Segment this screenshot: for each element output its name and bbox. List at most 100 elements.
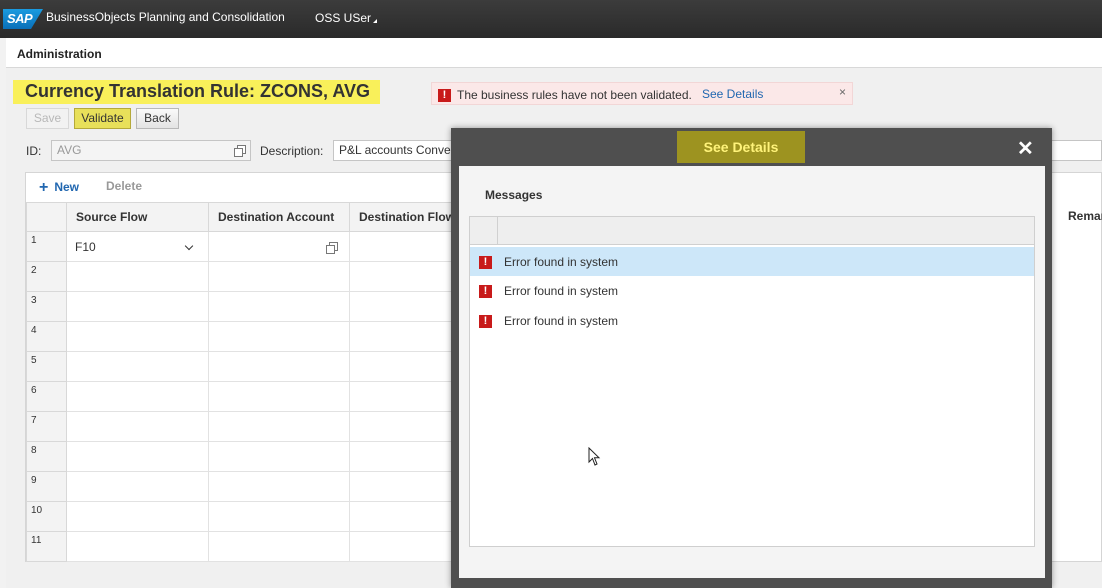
column-header-destination-flow[interactable]: Destination Flow	[349, 202, 460, 232]
row-number: 6	[26, 381, 67, 412]
back-button[interactable]: Back	[136, 108, 179, 129]
source-flow-cell[interactable]	[66, 381, 209, 412]
row-number: 9	[26, 471, 67, 502]
user-menu[interactable]: OSS USer	[315, 11, 371, 25]
see-details-link[interactable]: See Details	[702, 87, 763, 101]
id-field[interactable]: AVG	[51, 140, 251, 161]
row-number: 8	[26, 441, 67, 472]
copy-icon[interactable]	[234, 145, 246, 157]
app-title: BusinessObjects Planning and Consolidati…	[46, 10, 285, 24]
chevron-down-icon[interactable]	[184, 241, 194, 251]
new-button[interactable]: + New	[39, 179, 79, 197]
message-text: Error found in system	[504, 255, 619, 269]
destination-account-cell[interactable]	[208, 321, 350, 352]
destination-flow-cell[interactable]	[349, 471, 460, 502]
destination-account-cell[interactable]	[208, 501, 350, 532]
destination-flow-cell[interactable]	[349, 351, 460, 382]
column-header-destination-account[interactable]: Destination Account	[208, 202, 350, 232]
page-title: Currency Translation Rule: ZCONS, AVG	[13, 80, 381, 104]
table-row: 7	[26, 411, 460, 442]
table-row: 1 F10	[26, 231, 460, 262]
source-flow-cell[interactable]	[66, 351, 209, 382]
column-header-source-flow[interactable]: Source Flow	[66, 202, 209, 232]
table-row: 9	[26, 471, 460, 502]
source-flow-value: F10	[75, 239, 96, 254]
destination-account-cell[interactable]	[208, 411, 350, 442]
table-row: 6	[26, 381, 460, 412]
dialog-title: See Details	[703, 139, 779, 155]
row-number: 7	[26, 411, 67, 442]
table-row: 2	[26, 261, 460, 292]
destination-flow-cell[interactable]	[349, 231, 460, 262]
source-flow-cell[interactable]	[66, 441, 209, 472]
message-text: Error found in system	[504, 314, 619, 328]
error-icon: !	[479, 256, 492, 269]
destination-account-cell[interactable]	[208, 231, 350, 262]
dialog-title-bar: See Details	[677, 131, 805, 163]
table-row: 5	[26, 351, 460, 382]
description-label: Description:	[260, 144, 324, 158]
destination-account-cell[interactable]	[208, 291, 350, 322]
destination-account-cell[interactable]	[208, 261, 350, 292]
error-icon: !	[438, 89, 451, 102]
user-menu-caret-icon[interactable]	[373, 19, 377, 23]
copy-icon[interactable]	[326, 242, 338, 254]
destination-flow-cell[interactable]	[349, 411, 460, 442]
row-number: 11	[26, 531, 67, 562]
dialog-close-icon[interactable]: ✕	[1017, 136, 1034, 161]
source-flow-cell[interactable]	[66, 261, 209, 292]
destination-flow-cell[interactable]	[349, 531, 460, 562]
destination-account-cell[interactable]	[208, 381, 350, 412]
list-item[interactable]: ! Error found in system	[470, 247, 1034, 276]
table-row: 3	[26, 291, 460, 322]
source-flow-cell[interactable]	[66, 291, 209, 322]
destination-account-cell[interactable]	[208, 471, 350, 502]
source-flow-cell[interactable]	[66, 321, 209, 352]
source-flow-dropdown[interactable]: F10	[66, 231, 209, 262]
administration-bar: Administration	[6, 38, 1102, 68]
messages-header-divider	[497, 217, 498, 245]
rules-table: Source Flow Destination Account Destinat…	[26, 202, 460, 562]
destination-account-cell[interactable]	[208, 441, 350, 472]
row-number: 1	[26, 231, 67, 262]
source-flow-cell[interactable]	[66, 531, 209, 562]
source-flow-cell[interactable]	[66, 471, 209, 502]
destination-flow-cell[interactable]	[349, 321, 460, 352]
column-header-remarks[interactable]: Remar	[1068, 209, 1102, 223]
administration-label: Administration	[17, 47, 102, 61]
error-icon: !	[479, 285, 492, 298]
table-row: 11	[26, 531, 460, 562]
row-number: 3	[26, 291, 67, 322]
delete-button[interactable]: Delete	[106, 179, 142, 193]
messages-list-header	[470, 217, 1034, 245]
destination-flow-cell[interactable]	[349, 501, 460, 532]
destination-account-cell[interactable]	[208, 351, 350, 382]
row-number-header	[26, 202, 67, 232]
destination-flow-cell[interactable]	[349, 291, 460, 322]
destination-account-cell[interactable]	[208, 531, 350, 562]
destination-flow-cell[interactable]	[349, 381, 460, 412]
list-item[interactable]: ! Error found in system	[470, 306, 1034, 335]
validation-banner: ! The business rules have not been valid…	[431, 82, 853, 105]
mouse-cursor-icon	[588, 447, 601, 466]
source-flow-cell[interactable]	[66, 501, 209, 532]
table-row: 8	[26, 441, 460, 472]
validate-button[interactable]: Validate	[74, 108, 131, 129]
id-label: ID:	[26, 144, 42, 158]
source-flow-cell[interactable]	[66, 411, 209, 442]
destination-flow-cell[interactable]	[349, 441, 460, 472]
destination-flow-cell[interactable]	[349, 261, 460, 292]
shell-bar: SAP BusinessObjects Planning and Consoli…	[0, 0, 1102, 38]
save-button[interactable]: Save	[26, 108, 69, 129]
close-icon[interactable]: ×	[839, 85, 846, 99]
row-number: 2	[26, 261, 67, 292]
plus-icon: +	[39, 179, 49, 196]
banner-message: The business rules have not been validat…	[457, 88, 692, 102]
table-row: 10	[26, 501, 460, 532]
error-icon: !	[479, 315, 492, 328]
messages-heading: Messages	[485, 188, 543, 202]
message-text: Error found in system	[504, 284, 619, 298]
row-number: 10	[26, 501, 67, 532]
list-item[interactable]: ! Error found in system	[470, 276, 1034, 305]
sap-logo: SAP	[3, 9, 43, 29]
